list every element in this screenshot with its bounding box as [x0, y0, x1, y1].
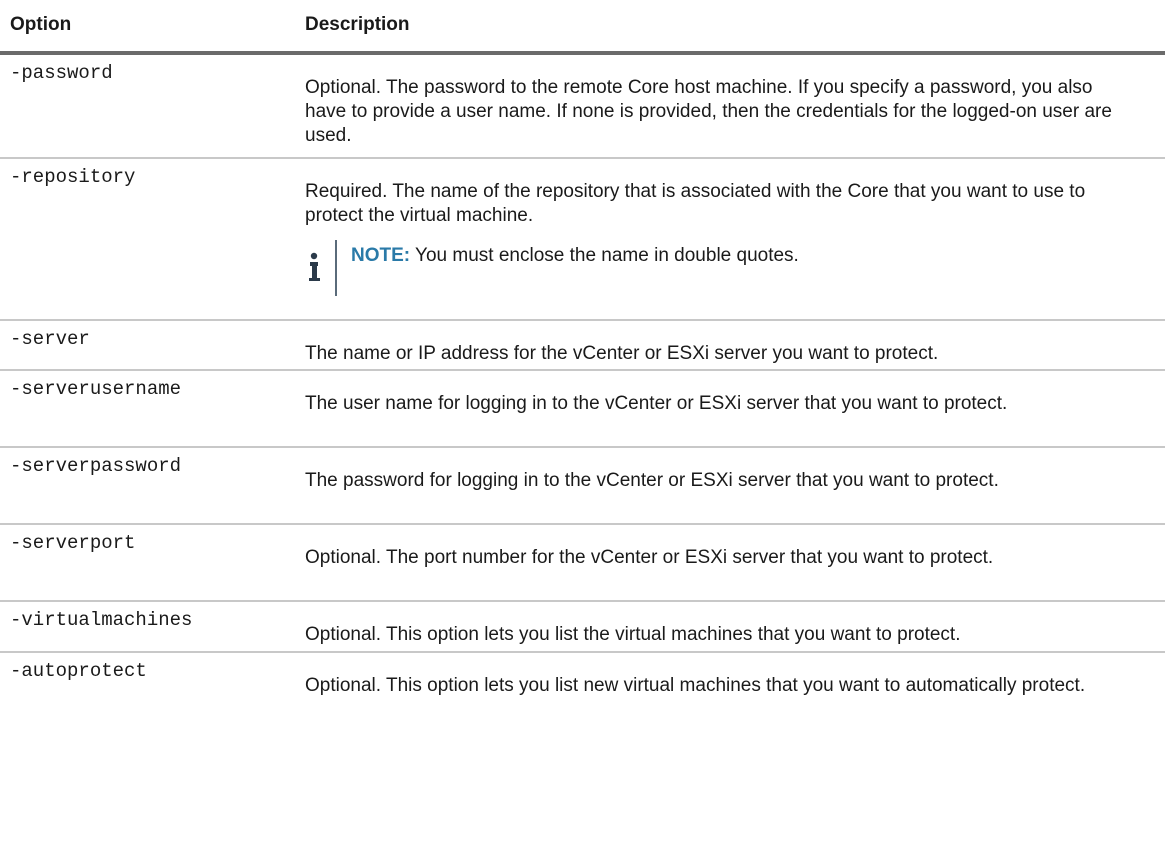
note-body: You must enclose the name in double quot… [410, 245, 799, 266]
note-label: NOTE: [351, 245, 411, 266]
description-text: The password for logging in to the vCent… [305, 470, 999, 491]
table-row: -serverpassword The password for logging… [0, 448, 1165, 525]
description-text: The user name for logging in to the vCen… [305, 393, 1008, 414]
option-name: -serverpassword [10, 455, 182, 477]
description-text: Optional. The port number for the vCente… [305, 547, 994, 568]
table-row: -password Optional. The password to the … [0, 55, 1165, 159]
option-name: -virtualmachines [10, 609, 193, 631]
options-table: Option Description -password Optional. T… [0, 0, 1165, 751]
option-description: The name or IP address for the vCenter o… [305, 342, 1125, 366]
description-column-header: Description [305, 14, 410, 35]
option-description: The user name for logging in to the vCen… [305, 392, 1125, 416]
table-row: -virtualmachines Optional. This option l… [0, 602, 1165, 653]
option-name: -autoprotect [10, 660, 147, 682]
option-name: -repository [10, 166, 136, 188]
note-text: NOTE: You must enclose the name in doubl… [351, 244, 799, 268]
option-description: Optional. The port number for the vCente… [305, 546, 1125, 570]
table-row: -serverport Optional. The port number fo… [0, 525, 1165, 602]
description-text: The name or IP address for the vCenter o… [305, 343, 939, 364]
table-header: Option Description [0, 0, 1165, 55]
table-row: -repository Required. The name of the re… [0, 159, 1165, 321]
description-text: Optional. The password to the remote Cor… [305, 77, 1112, 146]
option-name: -serverusername [10, 378, 182, 400]
description-text: Optional. This option lets you list the … [305, 624, 961, 645]
option-description: Required. The name of the repository tha… [305, 180, 1125, 296]
option-name: -password [10, 62, 113, 84]
option-description: Optional. This option lets you list the … [305, 623, 1125, 647]
option-name: -server [10, 328, 90, 350]
description-text: Required. The name of the repository tha… [305, 181, 1086, 226]
table-row: -server The name or IP address for the v… [0, 321, 1165, 371]
option-name: -serverport [10, 532, 136, 554]
option-description: Optional. This option lets you list new … [305, 674, 1125, 698]
option-description: Optional. The password to the remote Cor… [305, 76, 1125, 148]
option-column-header: Option [10, 14, 72, 35]
option-description: The password for logging in to the vCent… [305, 469, 1125, 493]
table-row: -serverusername The user name for loggin… [0, 371, 1165, 448]
note-callout: NOTE: You must enclose the name in doubl… [305, 240, 1125, 296]
description-text: Optional. This option lets you list new … [305, 675, 1086, 696]
info-icon [307, 252, 321, 282]
note-divider [335, 240, 337, 296]
table-row: -autoprotect Optional. This option lets … [0, 653, 1165, 751]
